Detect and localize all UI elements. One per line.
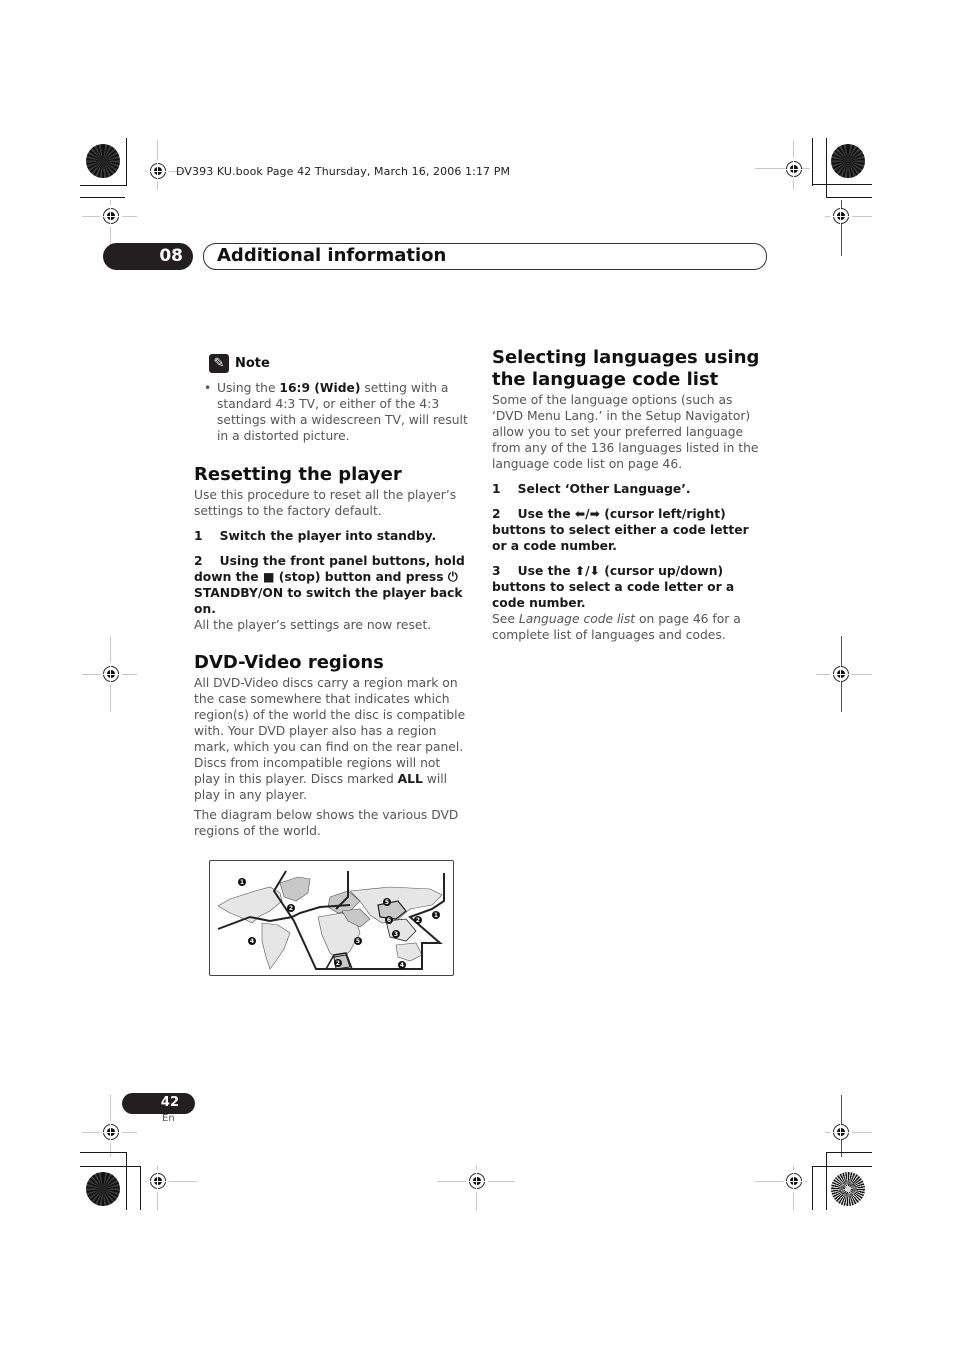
section-heading-resetting: Resetting the player [194, 464, 402, 485]
note-bold-setting: 16:9 (Wide) [279, 381, 361, 395]
svg-text:1: 1 [434, 912, 438, 919]
regions-paragraph-1: All DVD-Video discs carry a region mark … [194, 675, 469, 803]
regions-paragraph-2: The diagram below shows the various DVD … [194, 808, 459, 838]
greenland-shape [279, 876, 311, 902]
section-heading-regions: DVD-Video regions [194, 652, 384, 673]
power-icon: ⏻ [447, 570, 458, 584]
chapter-title-box: Additional information [203, 243, 767, 270]
note-label: Note [235, 356, 270, 371]
svg-text:4: 4 [400, 962, 404, 969]
region-label-5: 5 [383, 898, 391, 906]
region-label-4: 4 [248, 937, 256, 945]
note-header: ✎ Note [209, 354, 469, 373]
page-number-badge: 42 [122, 1093, 195, 1114]
languages-step-1: 1 Select ‘Other Language’. [492, 482, 691, 496]
region-label-2: 2 [334, 959, 342, 967]
registration-mark-icon [100, 663, 122, 685]
languages-see-reference: See Language code list on page 46 for a … [492, 611, 767, 643]
region-label-1: 1 [432, 911, 440, 919]
svg-text:2: 2 [289, 905, 293, 912]
language-code-list-reference: Language code list [518, 612, 636, 626]
south-america-shape [261, 922, 291, 970]
note-text: Using the [217, 381, 280, 395]
languages-step-3: 3 Use the ⬆/⬇ (cursor up/down) buttons t… [492, 563, 767, 611]
stop-icon: ■ [262, 570, 275, 584]
languages-intro: Some of the language options (such as ‘D… [492, 393, 759, 471]
svg-text:5: 5 [385, 899, 389, 906]
svg-text:3: 3 [394, 931, 398, 938]
dvd-region-map: 1 2 4 5 5 6 3 2 1 4 2 [209, 860, 454, 976]
resetting-intro: Use this procedure to reset all the play… [194, 488, 457, 518]
australia-shape [395, 942, 423, 962]
registration-mark-icon [147, 160, 169, 182]
note-bullet-item: • Using the 16:9 (Wide) setting with a s… [194, 380, 469, 444]
svg-text:6: 6 [387, 917, 391, 924]
svg-text:4: 4 [250, 938, 254, 945]
languages-step-2: 2 Use the ⬅/➡ (cursor left/right) button… [492, 506, 767, 554]
registration-mark-icon [830, 205, 852, 227]
registration-mark-icon [466, 1170, 488, 1192]
registration-starburst-icon [831, 144, 865, 178]
para-text: All DVD-Video discs carry a region mark … [194, 676, 466, 786]
resetting-step-1: 1 Switch the player into standby. [194, 529, 437, 543]
region-label-2: 2 [287, 904, 295, 912]
cursor-up-down-icon: ⬆/⬇ [574, 564, 600, 578]
chapter-number: 08 [159, 246, 183, 266]
region-label-2: 2 [414, 916, 422, 924]
para-text: See [492, 612, 519, 626]
svg-text:5: 5 [356, 938, 360, 945]
region-label-4: 4 [398, 961, 406, 969]
registration-mark-icon [783, 158, 805, 180]
svg-text:2: 2 [416, 917, 420, 924]
pencil-icon: ✎ [209, 354, 229, 373]
page-language: En [162, 1113, 175, 1124]
registration-mark-icon [830, 1121, 852, 1143]
right-column: Selecting languages using the language c… [492, 347, 767, 643]
step-text: 3 Use the [492, 564, 575, 578]
all-region-bold: ALL [397, 772, 423, 786]
bullet-icon: • [204, 381, 212, 395]
left-column: ✎ Note • Using the 16:9 (Wide) setting w… [194, 354, 469, 839]
world-map-diagram: 1 2 4 5 5 6 3 2 1 4 2 [217, 870, 445, 970]
step-text: 2 Use the [492, 507, 575, 521]
cursor-left-right-icon: ⬅/➡ [574, 507, 600, 521]
registration-starburst-icon [86, 1172, 120, 1206]
resetting-step-2: 2 Using the front panel buttons, hold do… [194, 553, 469, 617]
registration-mark-icon [147, 1170, 169, 1192]
resetting-result: All the player’s settings are now reset. [194, 618, 432, 632]
registration-mark-icon [100, 205, 122, 227]
note-box: ✎ Note [209, 354, 469, 373]
chapter-title: Additional information [217, 245, 447, 266]
svg-text:1: 1 [240, 879, 244, 886]
region-label-6: 6 [385, 916, 393, 924]
section-heading-languages: Selecting languages using the language c… [492, 347, 760, 390]
chapter-number-badge: 08 [103, 243, 193, 270]
print-slug: DV393 KU.book Page 42 Thursday, March 16… [176, 165, 511, 178]
registration-mark-icon [830, 663, 852, 685]
registration-mark-icon [783, 1170, 805, 1192]
svg-text:2: 2 [336, 960, 340, 967]
region-label-3: 3 [392, 930, 400, 938]
region-label-1: 1 [238, 878, 246, 886]
region-label-5: 5 [354, 937, 362, 945]
step-text: (stop) button and press [274, 570, 448, 584]
page-number: 42 [160, 1095, 179, 1110]
registration-starburst-icon [86, 144, 120, 178]
registration-starburst-icon [831, 1172, 865, 1206]
registration-mark-icon [100, 1121, 122, 1143]
